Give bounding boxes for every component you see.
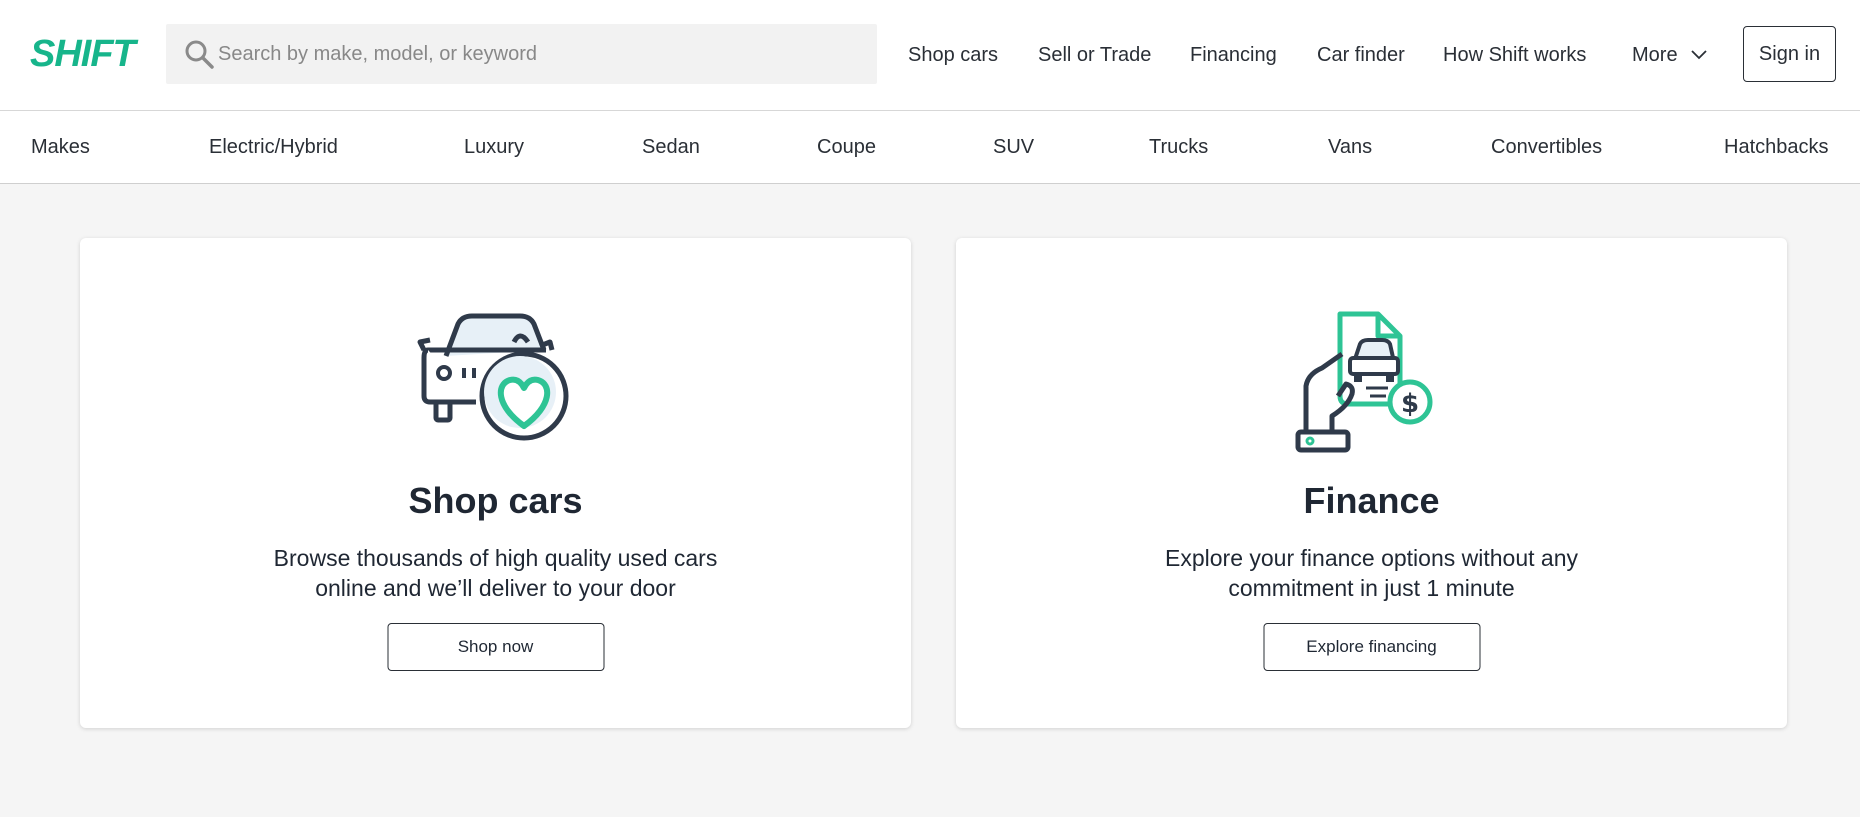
nav-car-finder[interactable]: Car finder [1317, 0, 1405, 110]
nav-sell-or-trade[interactable]: Sell or Trade [1038, 0, 1151, 110]
category-coupe[interactable]: Coupe [817, 111, 876, 184]
shop-now-button[interactable]: Shop now [387, 623, 604, 671]
category-vans[interactable]: Vans [1328, 111, 1372, 184]
category-suv[interactable]: SUV [993, 111, 1034, 184]
search-icon [185, 40, 214, 69]
category-electric-hybrid[interactable]: Electric/Hybrid [209, 111, 338, 184]
finance-card: $ Finance Explore your finance options w… [956, 238, 1787, 728]
shift-logo[interactable]: SHIFT [30, 35, 136, 73]
search-input[interactable] [218, 24, 858, 84]
finance-title: Finance [1303, 480, 1440, 521]
explore-financing-button[interactable]: Explore financing [1263, 623, 1480, 671]
category-convertibles[interactable]: Convertibles [1491, 111, 1602, 184]
svg-text:$: $ [1400, 389, 1418, 419]
shop-cars-card: Shop cars Browse thousands of high quali… [80, 238, 911, 728]
finance-document-hand-icon: $ [1295, 311, 1432, 453]
shop-cars-description: Browse thousands of high quality used ca… [273, 545, 718, 601]
nav-shop-cars[interactable]: Shop cars [908, 0, 998, 110]
nav-financing[interactable]: Financing [1190, 0, 1277, 110]
category-trucks[interactable]: Trucks [1149, 111, 1208, 184]
nav-how-shift-works[interactable]: How Shift works [1443, 0, 1586, 110]
category-luxury[interactable]: Luxury [464, 111, 524, 184]
search-box[interactable] [166, 24, 877, 84]
chevron-down-icon[interactable] [1691, 48, 1707, 60]
shop-cars-title: Shop cars [408, 480, 583, 521]
category-bar: Makes Electric/Hybrid Luxury Sedan Coupe… [0, 111, 1860, 184]
category-hatchbacks[interactable]: Hatchbacks [1724, 111, 1829, 184]
category-sedan[interactable]: Sedan [642, 111, 700, 184]
finance-description: Explore your finance options without any… [1165, 545, 1578, 601]
category-makes[interactable]: Makes [31, 111, 90, 184]
nav-more[interactable]: More [1632, 0, 1678, 110]
top-navigation-bar: SHIFT Shop cars Sell or Trade Financing … [0, 0, 1860, 111]
car-heart-icon [417, 313, 568, 441]
sign-in-button[interactable]: Sign in [1743, 26, 1836, 82]
